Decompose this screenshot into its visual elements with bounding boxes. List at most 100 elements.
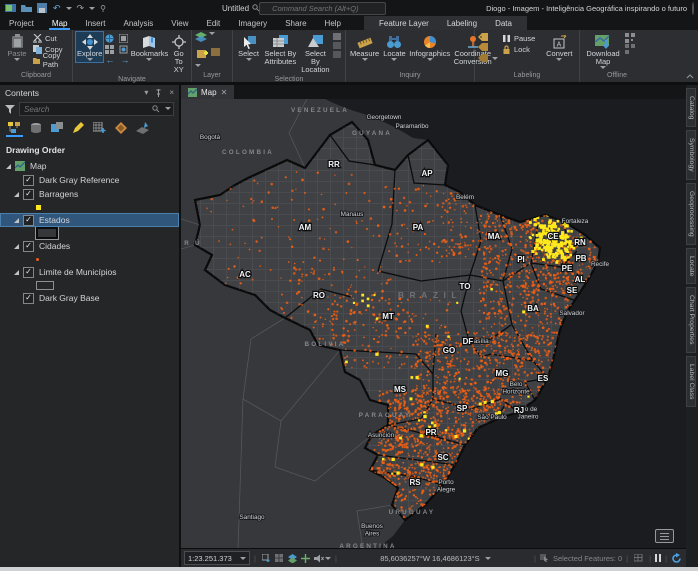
close-panel-icon[interactable]: × bbox=[169, 88, 174, 97]
pause-labeling-button[interactable]: Pause bbox=[502, 33, 535, 43]
dock-tab-chart-properties[interactable]: Chart Properties bbox=[686, 287, 696, 353]
collapse-ribbon-icon[interactable] bbox=[686, 74, 694, 79]
layer-item-barragens[interactable]: ✓Barragens bbox=[0, 187, 179, 201]
filter-icon[interactable] bbox=[5, 105, 15, 114]
basemap-toggle-icon[interactable] bbox=[288, 554, 297, 563]
list-by-editing-icon[interactable] bbox=[72, 122, 84, 137]
label-tag3-icon[interactable] bbox=[478, 54, 489, 63]
search-options-caret-icon[interactable] bbox=[165, 107, 171, 110]
list-by-perspective-icon[interactable] bbox=[136, 122, 149, 137]
expander-icon[interactable] bbox=[14, 192, 19, 197]
status-options-caret-icon[interactable] bbox=[325, 557, 331, 560]
qr-remove-icon[interactable] bbox=[625, 44, 635, 54]
layer-item-dark-gray-base[interactable]: ✓Dark Gray Base bbox=[0, 291, 179, 305]
ribbon-tab-project[interactable]: Project bbox=[0, 16, 43, 30]
fixed-zoom-in-icon[interactable] bbox=[119, 34, 128, 43]
locate-button[interactable]: Locate bbox=[382, 32, 407, 62]
ribbon-tab-share[interactable]: Share bbox=[276, 16, 315, 30]
copy-path-button[interactable]: Copy Path bbox=[33, 55, 69, 65]
undo-icon[interactable]: ↶ bbox=[53, 3, 61, 14]
redo-icon[interactable]: ↷ bbox=[77, 3, 85, 14]
gray-rect-symbol[interactable] bbox=[36, 281, 54, 290]
expander-icon[interactable] bbox=[6, 164, 11, 169]
go-to-xy-button[interactable]: Go To XY bbox=[169, 32, 188, 75]
download-map-button[interactable]: Download Map bbox=[583, 32, 623, 70]
redo-caret-icon[interactable] bbox=[89, 7, 95, 10]
dock-tab-locate[interactable]: Locate bbox=[686, 248, 696, 284]
ribbon-tab-edit[interactable]: Edit bbox=[197, 16, 229, 30]
ribbon-tab-imagery[interactable]: Imagery bbox=[229, 16, 276, 30]
ribbon-tab-help[interactable]: Help bbox=[316, 16, 350, 30]
layer-symbol-row[interactable] bbox=[0, 201, 179, 213]
layer-item-dark-gray-reference[interactable]: ✓Dark Gray Reference bbox=[0, 173, 179, 187]
yellow-square-symbol[interactable] bbox=[36, 205, 41, 210]
command-search-input[interactable] bbox=[259, 2, 386, 15]
list-by-data-source-icon[interactable] bbox=[30, 122, 42, 137]
map-view-tab[interactable]: Map ✕ bbox=[181, 85, 234, 99]
dock-tab-catalog[interactable]: Catalog bbox=[686, 88, 696, 127]
pin-icon[interactable] bbox=[155, 89, 162, 97]
scale-selector[interactable]: 1:23.251.373 bbox=[184, 551, 250, 565]
select-by-attributes-button[interactable]: Select By Attributes bbox=[263, 32, 298, 67]
label-tag2-icon[interactable] bbox=[478, 43, 498, 52]
command-search[interactable] bbox=[249, 2, 386, 15]
previous-extent-icon[interactable]: ← bbox=[105, 55, 114, 65]
clear-selection-icon[interactable] bbox=[333, 42, 342, 50]
zoom-grid-icon[interactable] bbox=[105, 45, 114, 54]
grid-icon[interactable] bbox=[275, 554, 284, 563]
close-map-tab-icon[interactable]: ✕ bbox=[221, 88, 228, 97]
convert-labels-button[interactable]: A Convert bbox=[543, 32, 575, 62]
layer-item-map[interactable]: Map bbox=[0, 159, 179, 173]
contextual-tab-feature-layer[interactable]: Feature Layer bbox=[370, 16, 438, 30]
avatar[interactable] bbox=[692, 2, 694, 15]
contents-search-input[interactable] bbox=[19, 102, 174, 116]
attribute-table-icon[interactable] bbox=[634, 554, 643, 563]
zoom-selected-icon[interactable] bbox=[119, 45, 128, 54]
add-preset-icon[interactable] bbox=[211, 48, 223, 57]
select-button[interactable]: Select bbox=[236, 32, 261, 62]
estados-rect-symbol[interactable] bbox=[36, 227, 58, 239]
dock-tab-label-class[interactable]: Label Class bbox=[686, 356, 696, 408]
popup-panel-icon[interactable] bbox=[655, 529, 674, 543]
snap-icon[interactable] bbox=[301, 554, 310, 563]
layer-checkbox[interactable]: ✓ bbox=[23, 215, 34, 226]
list-by-drawing-order-icon[interactable] bbox=[8, 122, 21, 137]
label-tag-icon[interactable] bbox=[478, 33, 498, 42]
coordinate-readout[interactable]: 85,6036257°W 16,4686123°S bbox=[380, 554, 490, 563]
select-options-icon[interactable] bbox=[333, 33, 342, 41]
contextual-tab-labeling[interactable]: Labeling bbox=[438, 16, 486, 30]
bookmarks-button[interactable]: Bookmarks bbox=[131, 32, 167, 62]
customize-qat-icon[interactable]: ⚲ bbox=[100, 4, 106, 13]
orange-dot-symbol[interactable] bbox=[36, 258, 39, 261]
next-extent-icon[interactable]: → bbox=[120, 55, 129, 65]
layer-symbol-row[interactable] bbox=[0, 279, 179, 291]
dock-tab-symbology[interactable]: Symbology bbox=[686, 130, 696, 180]
select-by-location-button[interactable]: Select By Location bbox=[300, 32, 331, 75]
list-by-labeling-icon[interactable] bbox=[93, 122, 106, 137]
expander-icon[interactable] bbox=[14, 244, 19, 249]
selected-features[interactable]: Selected Features: 0 bbox=[540, 554, 622, 563]
cut-button[interactable]: Cut bbox=[33, 33, 69, 43]
selection-tools-icon[interactable] bbox=[333, 51, 342, 59]
refresh-icon[interactable] bbox=[671, 553, 682, 564]
account-name[interactable]: Diogo - Imagem - Inteligência Geográfica… bbox=[486, 4, 687, 13]
list-by-selection-icon[interactable] bbox=[51, 122, 63, 137]
layer-checkbox[interactable]: ✓ bbox=[23, 293, 34, 304]
qr-sync-icon[interactable] bbox=[625, 33, 635, 43]
dock-tab-geoprocessing[interactable]: Geoprocessing bbox=[686, 183, 696, 245]
save-icon[interactable] bbox=[37, 3, 48, 13]
add-data-icon[interactable] bbox=[197, 48, 209, 58]
layer-checkbox[interactable]: ✓ bbox=[23, 175, 34, 186]
layer-item-cidades[interactable]: ✓Cidades bbox=[0, 239, 179, 253]
panel-menu-icon[interactable]: ▾ bbox=[144, 88, 148, 97]
full-extent-icon[interactable] bbox=[105, 34, 114, 43]
list-by-charts-icon[interactable] bbox=[115, 122, 127, 137]
new-project-icon[interactable] bbox=[5, 3, 16, 13]
layer-checkbox[interactable]: ✓ bbox=[23, 267, 34, 278]
layer-symbol-row[interactable] bbox=[0, 227, 179, 239]
lock-labels-button[interactable]: Lock bbox=[502, 44, 535, 54]
undo-caret-icon[interactable] bbox=[66, 7, 72, 10]
layer-item-limite-de-municípios[interactable]: ✓Limite de Municípios bbox=[0, 265, 179, 279]
explore-button[interactable]: Explore bbox=[76, 32, 103, 62]
layer-checkbox[interactable]: ✓ bbox=[23, 189, 34, 200]
